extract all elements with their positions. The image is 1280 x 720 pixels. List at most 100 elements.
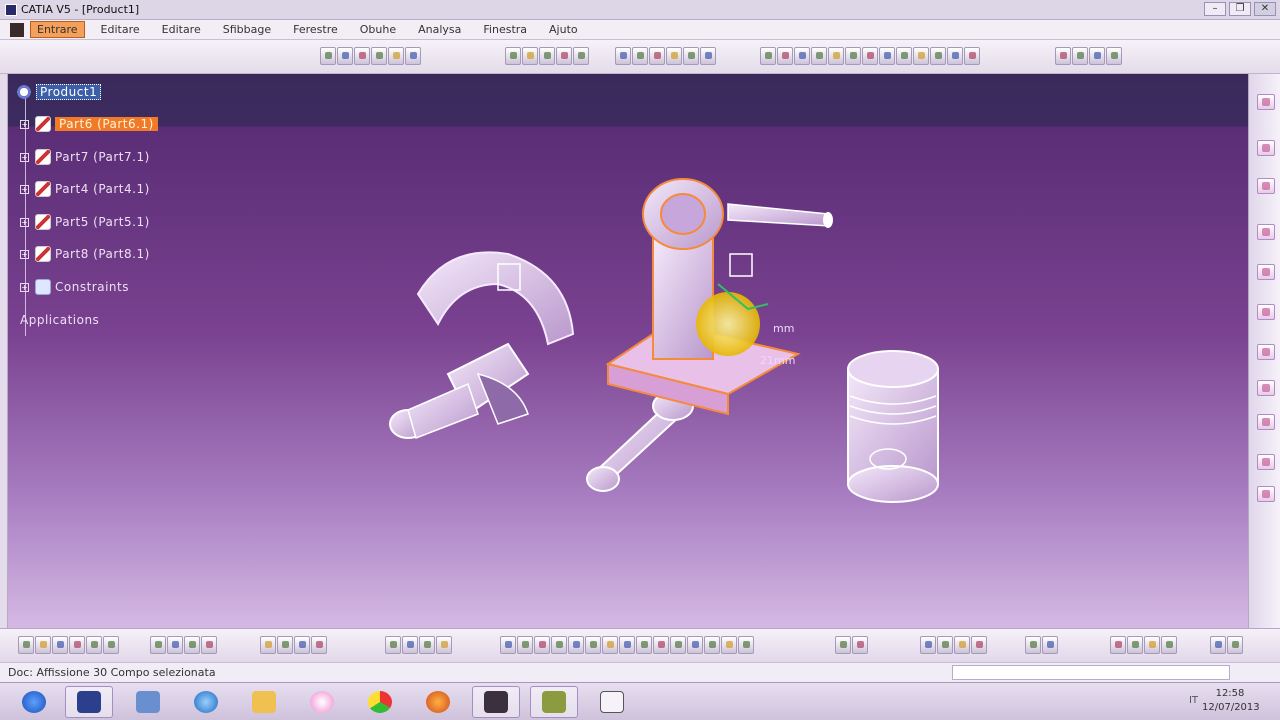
ext-6-icon[interactable] (971, 636, 987, 654)
ext-3-icon[interactable] (920, 636, 936, 654)
ext-7-icon[interactable] (1025, 636, 1041, 654)
expand-icon[interactable]: + (20, 249, 29, 259)
fit-all-icon[interactable] (405, 47, 421, 65)
normal-view-icon[interactable] (602, 636, 618, 654)
tree-item-part7[interactable]: + Part7 (Part7.1) (20, 147, 150, 167)
measure-icon[interactable] (277, 636, 293, 654)
scene-icon[interactable] (402, 636, 418, 654)
tool-10-icon[interactable] (913, 47, 929, 65)
right-tool-10-icon[interactable] (1257, 454, 1275, 470)
print-icon[interactable] (69, 636, 85, 654)
pan-2-icon[interactable] (534, 636, 550, 654)
menu-item-8[interactable]: Finestra (477, 22, 533, 37)
rotate-icon[interactable] (354, 47, 370, 65)
tool-5-icon[interactable] (828, 47, 844, 65)
paste-icon[interactable] (150, 636, 166, 654)
menu-item-2[interactable]: Editare (95, 22, 146, 37)
menu-item-9[interactable]: Ajuto (543, 22, 584, 37)
fix-icon[interactable] (573, 47, 589, 65)
expand-icon[interactable]: + (20, 217, 29, 227)
ext-4-icon[interactable] (937, 636, 953, 654)
misc-4-icon[interactable] (1106, 47, 1122, 65)
save-icon[interactable] (52, 636, 68, 654)
tool-6-icon[interactable] (845, 47, 861, 65)
tree-item-label[interactable]: Part8 (Part8.1) (55, 247, 150, 261)
coincidence-icon[interactable] (505, 47, 521, 65)
ext-11-icon[interactable] (1144, 636, 1160, 654)
connecting-rod-part[interactable] (586, 391, 694, 492)
tree-item-label[interactable]: Constraints (55, 280, 129, 294)
ext-2-icon[interactable] (852, 636, 868, 654)
taskbar-app-media[interactable] (298, 686, 346, 718)
render-icon[interactable] (738, 636, 754, 654)
ext-12-icon[interactable] (1161, 636, 1177, 654)
zoom-out-2-icon[interactable] (585, 636, 601, 654)
command-input[interactable] (952, 665, 1230, 680)
right-tool-4-icon[interactable] (1257, 224, 1275, 240)
replace-icon[interactable] (683, 47, 699, 65)
swap-space-icon[interactable] (687, 636, 703, 654)
right-tool-7-icon[interactable] (1257, 344, 1275, 360)
hide-show-icon[interactable] (670, 636, 686, 654)
expand-icon[interactable]: + (20, 152, 29, 162)
minimize-button[interactable]: – (1204, 2, 1226, 16)
ext-14-icon[interactable] (1227, 636, 1243, 654)
new-part-icon[interactable] (649, 47, 665, 65)
catalog-icon[interactable] (260, 636, 276, 654)
expand-icon[interactable]: + (20, 282, 29, 292)
taskbar-app-folder[interactable] (240, 686, 288, 718)
clash-icon[interactable] (311, 636, 327, 654)
tree-item-part5[interactable]: + Part5 (Part5.1) (20, 212, 150, 232)
misc-2-icon[interactable] (1072, 47, 1088, 65)
pan-icon[interactable] (337, 47, 353, 65)
misc-1-icon[interactable] (1055, 47, 1071, 65)
tool-2-icon[interactable] (777, 47, 793, 65)
right-tool-8-icon[interactable] (1257, 380, 1275, 396)
contact-icon[interactable] (522, 47, 538, 65)
start-button[interactable] (10, 686, 58, 718)
menu-item-7[interactable]: Analysa (412, 22, 467, 37)
tray-language[interactable]: IT (1189, 695, 1198, 706)
menu-item-4[interactable]: Sfibbage (217, 22, 277, 37)
tree-item-label[interactable]: Part4 (Part4.1) (55, 182, 150, 196)
iso-view-icon[interactable] (636, 636, 652, 654)
taskbar-app-chrome[interactable] (356, 686, 404, 718)
taskbar-clock[interactable]: 12:58 12/07/2013 (1202, 687, 1260, 715)
copy-icon[interactable] (103, 636, 119, 654)
ext-5-icon[interactable] (954, 636, 970, 654)
menu-item-3[interactable]: Editare (156, 22, 207, 37)
menu-item-6[interactable]: Obuhe (354, 22, 402, 37)
right-tool-6-icon[interactable] (1257, 304, 1275, 320)
right-tool-2-icon[interactable] (1257, 140, 1275, 156)
tree-item-label[interactable]: Part5 (Part5.1) (55, 215, 150, 229)
zoom-in-icon[interactable] (371, 47, 387, 65)
tree-item-applications[interactable]: Applications (20, 310, 99, 330)
properties-icon[interactable] (704, 636, 720, 654)
angle-icon[interactable] (556, 47, 572, 65)
right-tool-5-icon[interactable] (1257, 264, 1275, 280)
crankshaft-part[interactable] (389, 251, 575, 439)
restore-button[interactable]: ❐ (1229, 2, 1251, 16)
tree-item-part6[interactable]: + Part6 (Part6.1) (20, 114, 158, 134)
fly-icon[interactable] (500, 636, 516, 654)
right-tool-11-icon[interactable] (1257, 486, 1275, 502)
graph-tree-icon[interactable] (700, 47, 716, 65)
tool-3-icon[interactable] (794, 47, 810, 65)
misc-3-icon[interactable] (1089, 47, 1105, 65)
right-tool-3-icon[interactable] (1257, 178, 1275, 194)
fit-icon[interactable] (517, 636, 533, 654)
tree-item-constraints[interactable]: + Constraints (20, 277, 129, 297)
taskbar-app-network[interactable] (124, 686, 172, 718)
tool-8-icon[interactable] (879, 47, 895, 65)
tree-root-row[interactable]: Product1 (16, 82, 102, 102)
select-icon[interactable] (320, 47, 336, 65)
offset-icon[interactable] (539, 47, 555, 65)
ext-1-icon[interactable] (835, 636, 851, 654)
ext-10-icon[interactable] (1127, 636, 1143, 654)
taskbar-app-file[interactable] (588, 686, 636, 718)
right-tool-9-icon[interactable] (1257, 414, 1275, 430)
tree-item-label[interactable]: Applications (20, 313, 99, 327)
tool-13-icon[interactable] (964, 47, 980, 65)
open-icon[interactable] (35, 636, 51, 654)
ext-8-icon[interactable] (1042, 636, 1058, 654)
